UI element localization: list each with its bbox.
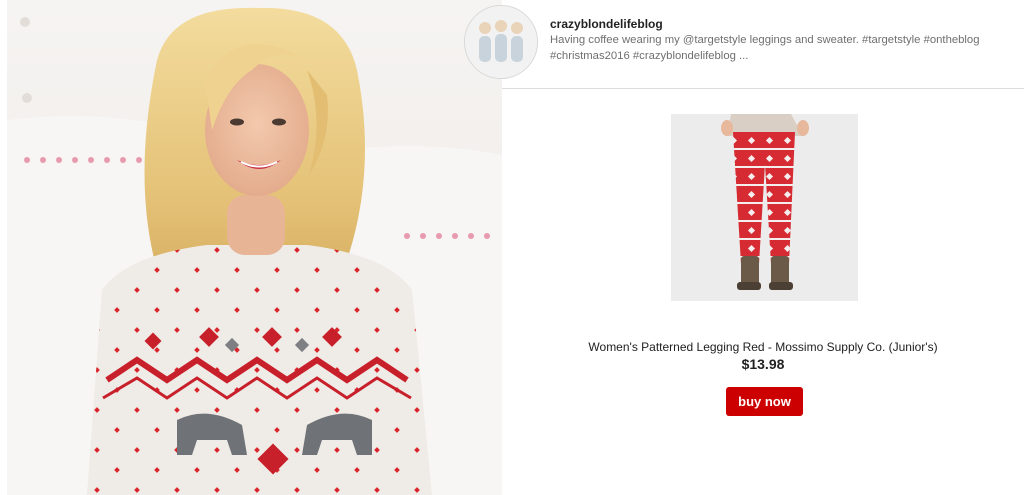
post-username[interactable]: crazyblondelifeblog (550, 17, 663, 31)
post-header: crazyblondelifeblog Having coffee wearin… (464, 0, 1024, 89)
avatar-image (465, 6, 537, 78)
buy-now-button[interactable]: buy now (726, 387, 803, 416)
product-price: $13.98 (741, 356, 785, 372)
post-caption: Having coffee wearing my @targetstyle le… (550, 34, 980, 62)
product-leggings-illustration (671, 114, 858, 301)
post-panel: crazyblondelifeblog Having coffee wearin… (464, 0, 1024, 495)
product-title[interactable]: Women's Patterned Legging Red - Mossimo … (502, 340, 1024, 354)
product-image[interactable] (671, 114, 858, 301)
post-photo (7, 0, 502, 495)
post-photo-illustration (7, 0, 502, 495)
avatar[interactable] (464, 5, 538, 79)
